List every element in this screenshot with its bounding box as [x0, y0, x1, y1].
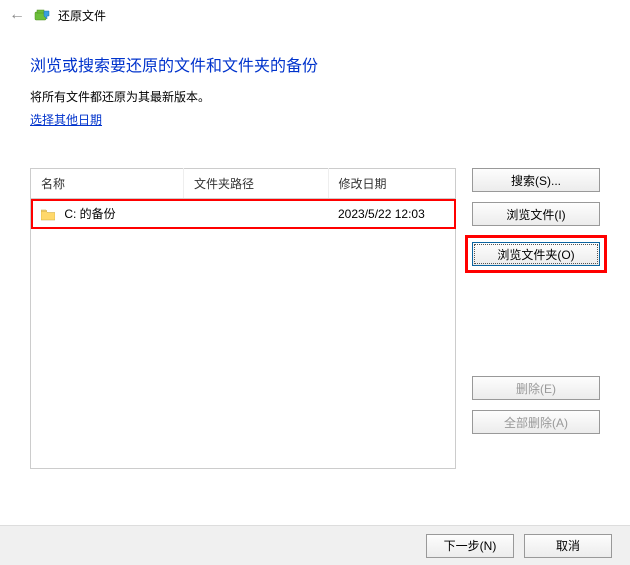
cell-name: C: 的备份 [31, 199, 184, 229]
backup-table-container: 名称 文件夹路径 修改日期 [30, 168, 456, 458]
col-modified[interactable]: 修改日期 [328, 169, 456, 199]
select-other-date-link[interactable]: 选择其他日期 [30, 113, 102, 127]
table-empty-area[interactable] [30, 229, 456, 469]
page-heading: 浏览或搜索要还原的文件和文件夹的备份 [30, 52, 600, 76]
cell-modified: 2023/5/22 12:03 [328, 199, 456, 229]
browse-files-button[interactable]: 浏览文件(I) [472, 202, 600, 226]
backup-table[interactable]: 名称 文件夹路径 修改日期 [30, 168, 456, 229]
table-row[interactable]: C: 的备份 2023/5/22 12:03 [31, 199, 456, 229]
search-button[interactable]: 搜索(S)... [472, 168, 600, 192]
titlebar: ← 还原文件 [0, 0, 630, 30]
back-arrow-icon[interactable]: ← [8, 6, 26, 24]
subtext: 将所有文件都还原为其最新版本。 [30, 88, 600, 105]
cancel-button[interactable]: 取消 [524, 534, 612, 558]
cell-name-text: C: 的备份 [64, 207, 115, 221]
delete-all-button: 全部删除(A) [472, 410, 600, 434]
window-title: 还原文件 [58, 7, 106, 24]
folder-icon [41, 209, 55, 221]
cell-folder-path [184, 199, 329, 229]
next-button[interactable]: 下一步(N) [426, 534, 514, 558]
restore-files-icon [34, 7, 50, 23]
delete-button: 删除(E) [472, 376, 600, 400]
col-name[interactable]: 名称 [31, 169, 184, 199]
col-folder-path[interactable]: 文件夹路径 [184, 169, 329, 199]
side-button-panel: 搜索(S)... 浏览文件(I) 浏览文件夹(O) 删除(E) 全部删除(A) [472, 168, 600, 458]
footer-bar: 下一步(N) 取消 [0, 525, 630, 565]
content-area: 浏览或搜索要还原的文件和文件夹的备份 将所有文件都还原为其最新版本。 选择其他日… [0, 30, 630, 458]
browse-folders-button[interactable]: 浏览文件夹(O) [472, 242, 600, 266]
